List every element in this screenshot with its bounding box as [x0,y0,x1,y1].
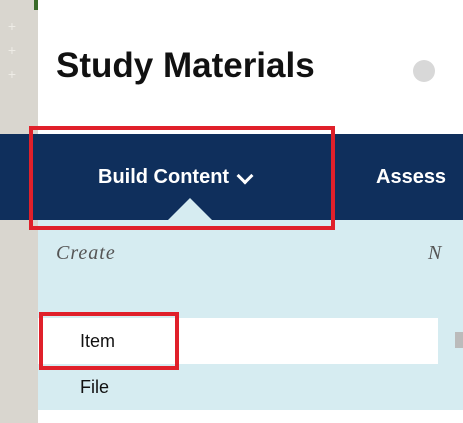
highlight-build-content [29,126,335,230]
assessments-button[interactable]: Assess [376,134,446,220]
page-title: Study Materials [56,46,315,85]
truncated-menu-item [455,332,463,348]
assessments-label: Assess [376,165,447,188]
plus-icon: + [7,42,17,58]
plus-icon: + [7,18,17,34]
menu-item-file[interactable]: File [38,364,438,410]
panel-bottom [38,410,463,423]
menu-item-label: File [80,376,110,397]
highlight-item [39,312,179,370]
new-page-heading: N [428,242,443,264]
plus-icon: + [7,66,17,82]
create-heading: Create [56,242,116,264]
title-options-icon[interactable] [413,60,435,82]
